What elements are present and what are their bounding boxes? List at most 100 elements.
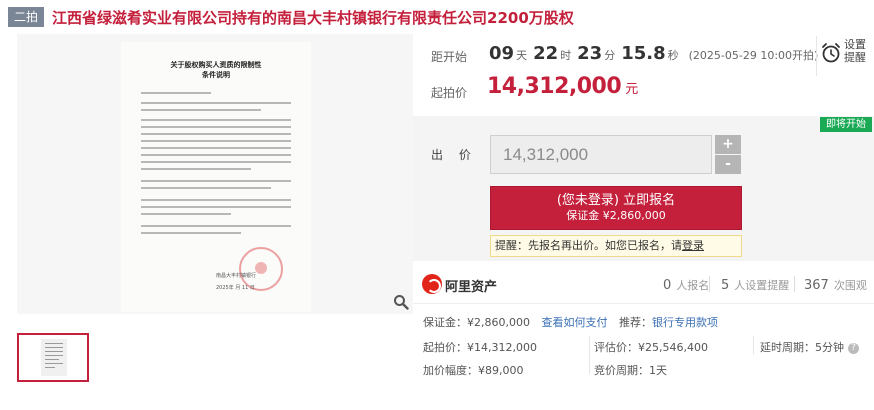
stat-registrations-count: 0 <box>663 278 672 293</box>
recommend-label: 推荐： <box>618 316 652 329</box>
ali-asset-logo-icon <box>422 274 442 294</box>
login-tip-text: 提醒：先报名再出价。如您已报名，请 <box>495 239 682 252</box>
document-text-line <box>141 140 291 142</box>
image-thumbnail[interactable] <box>17 333 89 382</box>
stat-reminders-label: 人设置提醒 <box>734 279 790 292</box>
deposit-label: 保证金： <box>423 316 467 329</box>
increment-value: ¥89,000 <box>478 364 524 377</box>
stat-divider <box>794 276 795 292</box>
appraisal-value: ¥25,546,400 <box>638 341 708 354</box>
document-text-line <box>141 102 291 104</box>
document-text-line <box>141 225 291 227</box>
thumbnail-page <box>41 339 67 376</box>
detail-divider <box>753 336 754 354</box>
detail-appraisal: 评估价：¥25,546,400 <box>594 339 708 355</box>
detail-start-price: 起拍价：¥14,312,000 <box>423 339 537 355</box>
appraisal-label: 评估价： <box>594 341 638 354</box>
stat-divider <box>709 276 710 292</box>
page-title: 江西省绿滋肴实业有限公司持有的南昌大丰村镇银行有限责任公司2200万股权 <box>52 8 574 27</box>
deposit-value: ¥2,860,000 <box>467 316 530 329</box>
register-button-label: (您未登录) 立即报名 <box>556 193 676 208</box>
delay-label: 延时周期： <box>760 341 815 354</box>
stat-reminders-count: 5 <box>721 278 730 293</box>
document-text-line <box>141 92 211 94</box>
document-text-line <box>141 161 291 163</box>
how-to-pay-link[interactable]: 查看如何支付 <box>541 316 607 329</box>
platform-stats-row: 阿里资产 0 人报名 5 人设置提醒 367 次围观 <box>413 266 874 304</box>
register-now-button[interactable]: (您未登录) 立即报名 保证金 ¥2,860,000 <box>490 186 742 230</box>
document-title-line1: 关于股权购买人资质的限制性 <box>170 60 262 69</box>
register-button-deposit: 保证金 ¥2,860,000 <box>566 209 666 222</box>
detail-start-price-label: 起拍价： <box>423 341 467 354</box>
countdown-days: 09 <box>489 43 515 64</box>
bid-panel: 即将开始 出 价 14,312,000 + - (您未登录) 立即报名 保证金 … <box>413 116 874 261</box>
document-date: 2025年 月 11 日 <box>216 285 255 291</box>
document-text-line <box>141 126 291 128</box>
countdown-minutes: 23 <box>577 43 603 64</box>
start-price-unit: 元 <box>625 82 639 97</box>
document-text-line <box>141 213 231 215</box>
detail-start-price-value: ¥14,312,000 <box>467 341 537 354</box>
round-badge: 二拍 <box>8 7 45 27</box>
auction-summary: 距开始 09 天 22 时 23 分 15.8 秒 (2025-05-29 10… <box>421 34 874 116</box>
set-reminder-label: 设置提醒 <box>844 38 866 64</box>
countdown-label: 距开始 <box>431 50 468 64</box>
stat-views-label: 次围观 <box>833 279 867 292</box>
start-price-label: 起拍价 <box>431 86 468 100</box>
increase-bid-button[interactable]: + <box>715 135 741 154</box>
main-image-viewer[interactable]: 关于股权购买人资质的限制性 条件说明 南昌大丰村镇银行 2025年 月 11 日 <box>17 34 413 314</box>
countdown-hours: 22 <box>533 43 559 64</box>
status-badge: 即将开始 <box>820 117 872 132</box>
start-price-value: 14,312,000 <box>487 74 622 99</box>
countdown-seconds-unit: 秒 <box>667 49 679 62</box>
increment-label: 加价幅度： <box>423 364 478 377</box>
platform-name: 阿里资产 <box>445 280 498 295</box>
stat-views-count: 367 <box>804 278 829 293</box>
document-text-line <box>141 119 291 121</box>
document-text-line <box>141 232 241 234</box>
stat-views: 367 次围观 <box>804 277 867 293</box>
bank-account-link[interactable]: 银行专用款项 <box>652 316 718 329</box>
detail-delay-period: 延时周期：5分钟? <box>760 339 859 355</box>
countdown-minutes-unit: 分 <box>604 49 616 62</box>
detail-increment: 加价幅度：¥89,000 <box>423 362 524 378</box>
document-text-line <box>141 168 251 170</box>
auction-start-time: (2025-05-29 10:00开拍) <box>688 49 819 62</box>
auction-page: 二拍 江西省绿滋肴实业有限公司持有的南昌大丰村镇银行有限责任公司2200万股权 … <box>0 0 874 410</box>
alarm-clock-icon <box>822 43 840 63</box>
stat-reminders: 5 人设置提醒 <box>721 277 789 293</box>
detail-bid-cycle: 竞价周期：1天 <box>594 362 667 378</box>
document-text-line <box>141 133 291 135</box>
stat-registrations: 0 人报名 <box>663 277 709 293</box>
countdown-seconds: 15.8 <box>621 43 666 64</box>
document-text-line <box>141 199 291 201</box>
document-signature: 南昌大丰村镇银行 <box>216 273 257 279</box>
document-text-line <box>141 180 291 182</box>
decrease-bid-button[interactable]: - <box>715 155 741 174</box>
auction-header: 二拍 江西省绿滋肴实业有限公司持有的南昌大丰村镇银行有限责任公司2200万股权 <box>0 0 874 34</box>
help-icon[interactable]: ? <box>848 342 859 354</box>
document-text-line <box>141 109 261 111</box>
cycle-value: 1天 <box>649 364 667 377</box>
countdown-days-unit: 天 <box>516 49 528 62</box>
delay-value: 5分钟 <box>815 341 844 354</box>
set-reminder-button[interactable]: 设置提醒 <box>816 36 874 76</box>
login-tip: 提醒：先报名再出价。如您已报名，请登录 <box>490 235 742 257</box>
deposit-row: 保证金：¥2,860,000 查看如何支付 推荐：银行专用款项 <box>423 314 718 330</box>
cycle-label: 竞价周期： <box>594 364 649 377</box>
countdown-timer: 09 天 22 时 23 分 15.8 秒 (2025-05-29 10:00开… <box>489 43 818 64</box>
login-link[interactable]: 登录 <box>682 239 704 252</box>
stat-registrations-label: 人报名 <box>676 279 710 292</box>
document-title: 关于股权购买人资质的限制性 条件说明 <box>121 60 311 80</box>
countdown-hours-unit: 时 <box>560 49 572 62</box>
document-preview: 关于股权购买人资质的限制性 条件说明 南昌大丰村镇银行 2025年 月 11 日 <box>121 42 311 312</box>
document-text-line <box>141 154 291 156</box>
document-title-line2: 条件说明 <box>202 70 230 79</box>
document-text-line <box>141 206 291 208</box>
start-price: 14,312,000 元 <box>487 74 638 99</box>
document-text-line <box>141 147 291 149</box>
magnifier-icon[interactable] <box>393 294 409 310</box>
bid-amount-input[interactable]: 14,312,000 <box>490 135 712 174</box>
document-text-line <box>141 187 271 189</box>
detail-divider <box>589 336 590 374</box>
